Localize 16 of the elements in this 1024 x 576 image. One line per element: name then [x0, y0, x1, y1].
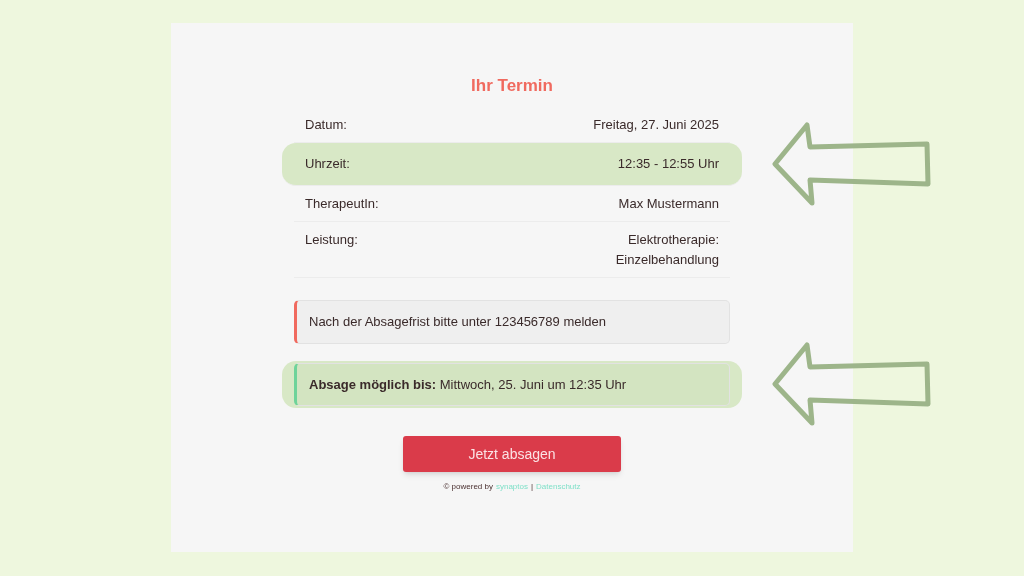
- detail-label: Datum:: [305, 115, 347, 134]
- notice-text: Absage möglich bis: Mittwoch, 25. Juni um 12:35 Uhr: [309, 376, 627, 392]
- detail-value: Max Mustermann: [617, 194, 719, 213]
- separator-text: |: [531, 481, 534, 493]
- detail-value: Elektrotherapie: Einzelbehandlung: [614, 231, 719, 269]
- notice-text: Nach der Absagefrist bitte unter 123456789 melden: [309, 314, 607, 329]
- privacy-link[interactable]: Datenschutz: [536, 481, 581, 493]
- powered-by-text: © powered by: [443, 481, 493, 493]
- detail-value: Freitag, 27. Juni 2025: [592, 115, 719, 134]
- detail-value: 12:35 - 12:55 Uhr: [616, 155, 719, 173]
- detail-label: Uhrzeit:: [305, 155, 350, 173]
- page-title: Ihr Termin: [471, 75, 553, 97]
- brand-link[interactable]: synaptos: [495, 481, 528, 493]
- detail-label: Leistung:: [305, 231, 358, 249]
- detail-label: TherapeutIn:: [305, 194, 379, 213]
- cancel-button[interactable]: Jetzt absagen: [403, 436, 621, 472]
